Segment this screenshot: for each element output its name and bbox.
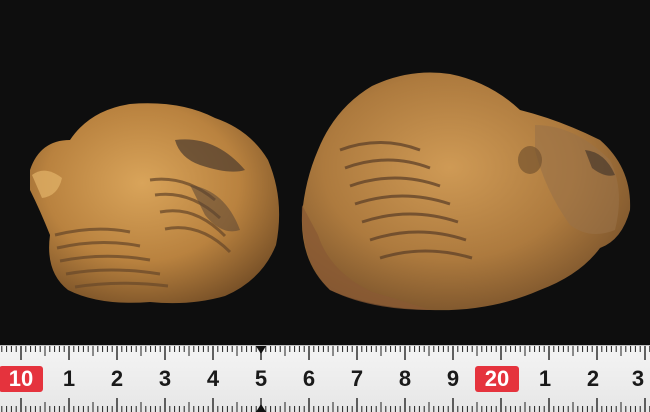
ruler-label-4: 4 — [206, 366, 220, 391]
trilobite-specimen-left — [30, 103, 280, 304]
ruler-label-8: 8 — [398, 366, 412, 391]
ruler-label-23: 3 — [631, 366, 645, 391]
ruler-label-9: 9 — [446, 366, 460, 391]
ruler-marker-icon — [256, 346, 266, 354]
ruler-label-6: 6 — [302, 366, 316, 391]
ruler-label-21: 1 — [538, 366, 552, 391]
ruler-label-7: 7 — [350, 366, 364, 391]
ruler-label-5: 5 — [254, 366, 268, 391]
ruler-label-20: 20 — [475, 366, 519, 392]
photo-scene — [0, 0, 650, 345]
trilobite-specimen-right — [301, 72, 631, 311]
ruler-label-10: 10 — [0, 366, 43, 392]
ruler-label-2: 2 — [110, 366, 124, 391]
fossil-photo — [30, 72, 631, 311]
ruler-label-3: 3 — [158, 366, 172, 391]
ruler-label-22: 2 — [586, 366, 600, 391]
measuring-ruler: 10 1 2 3 4 5 6 7 8 9 20 1 2 3 — [0, 345, 650, 412]
ruler-label-1: 1 — [62, 366, 76, 391]
